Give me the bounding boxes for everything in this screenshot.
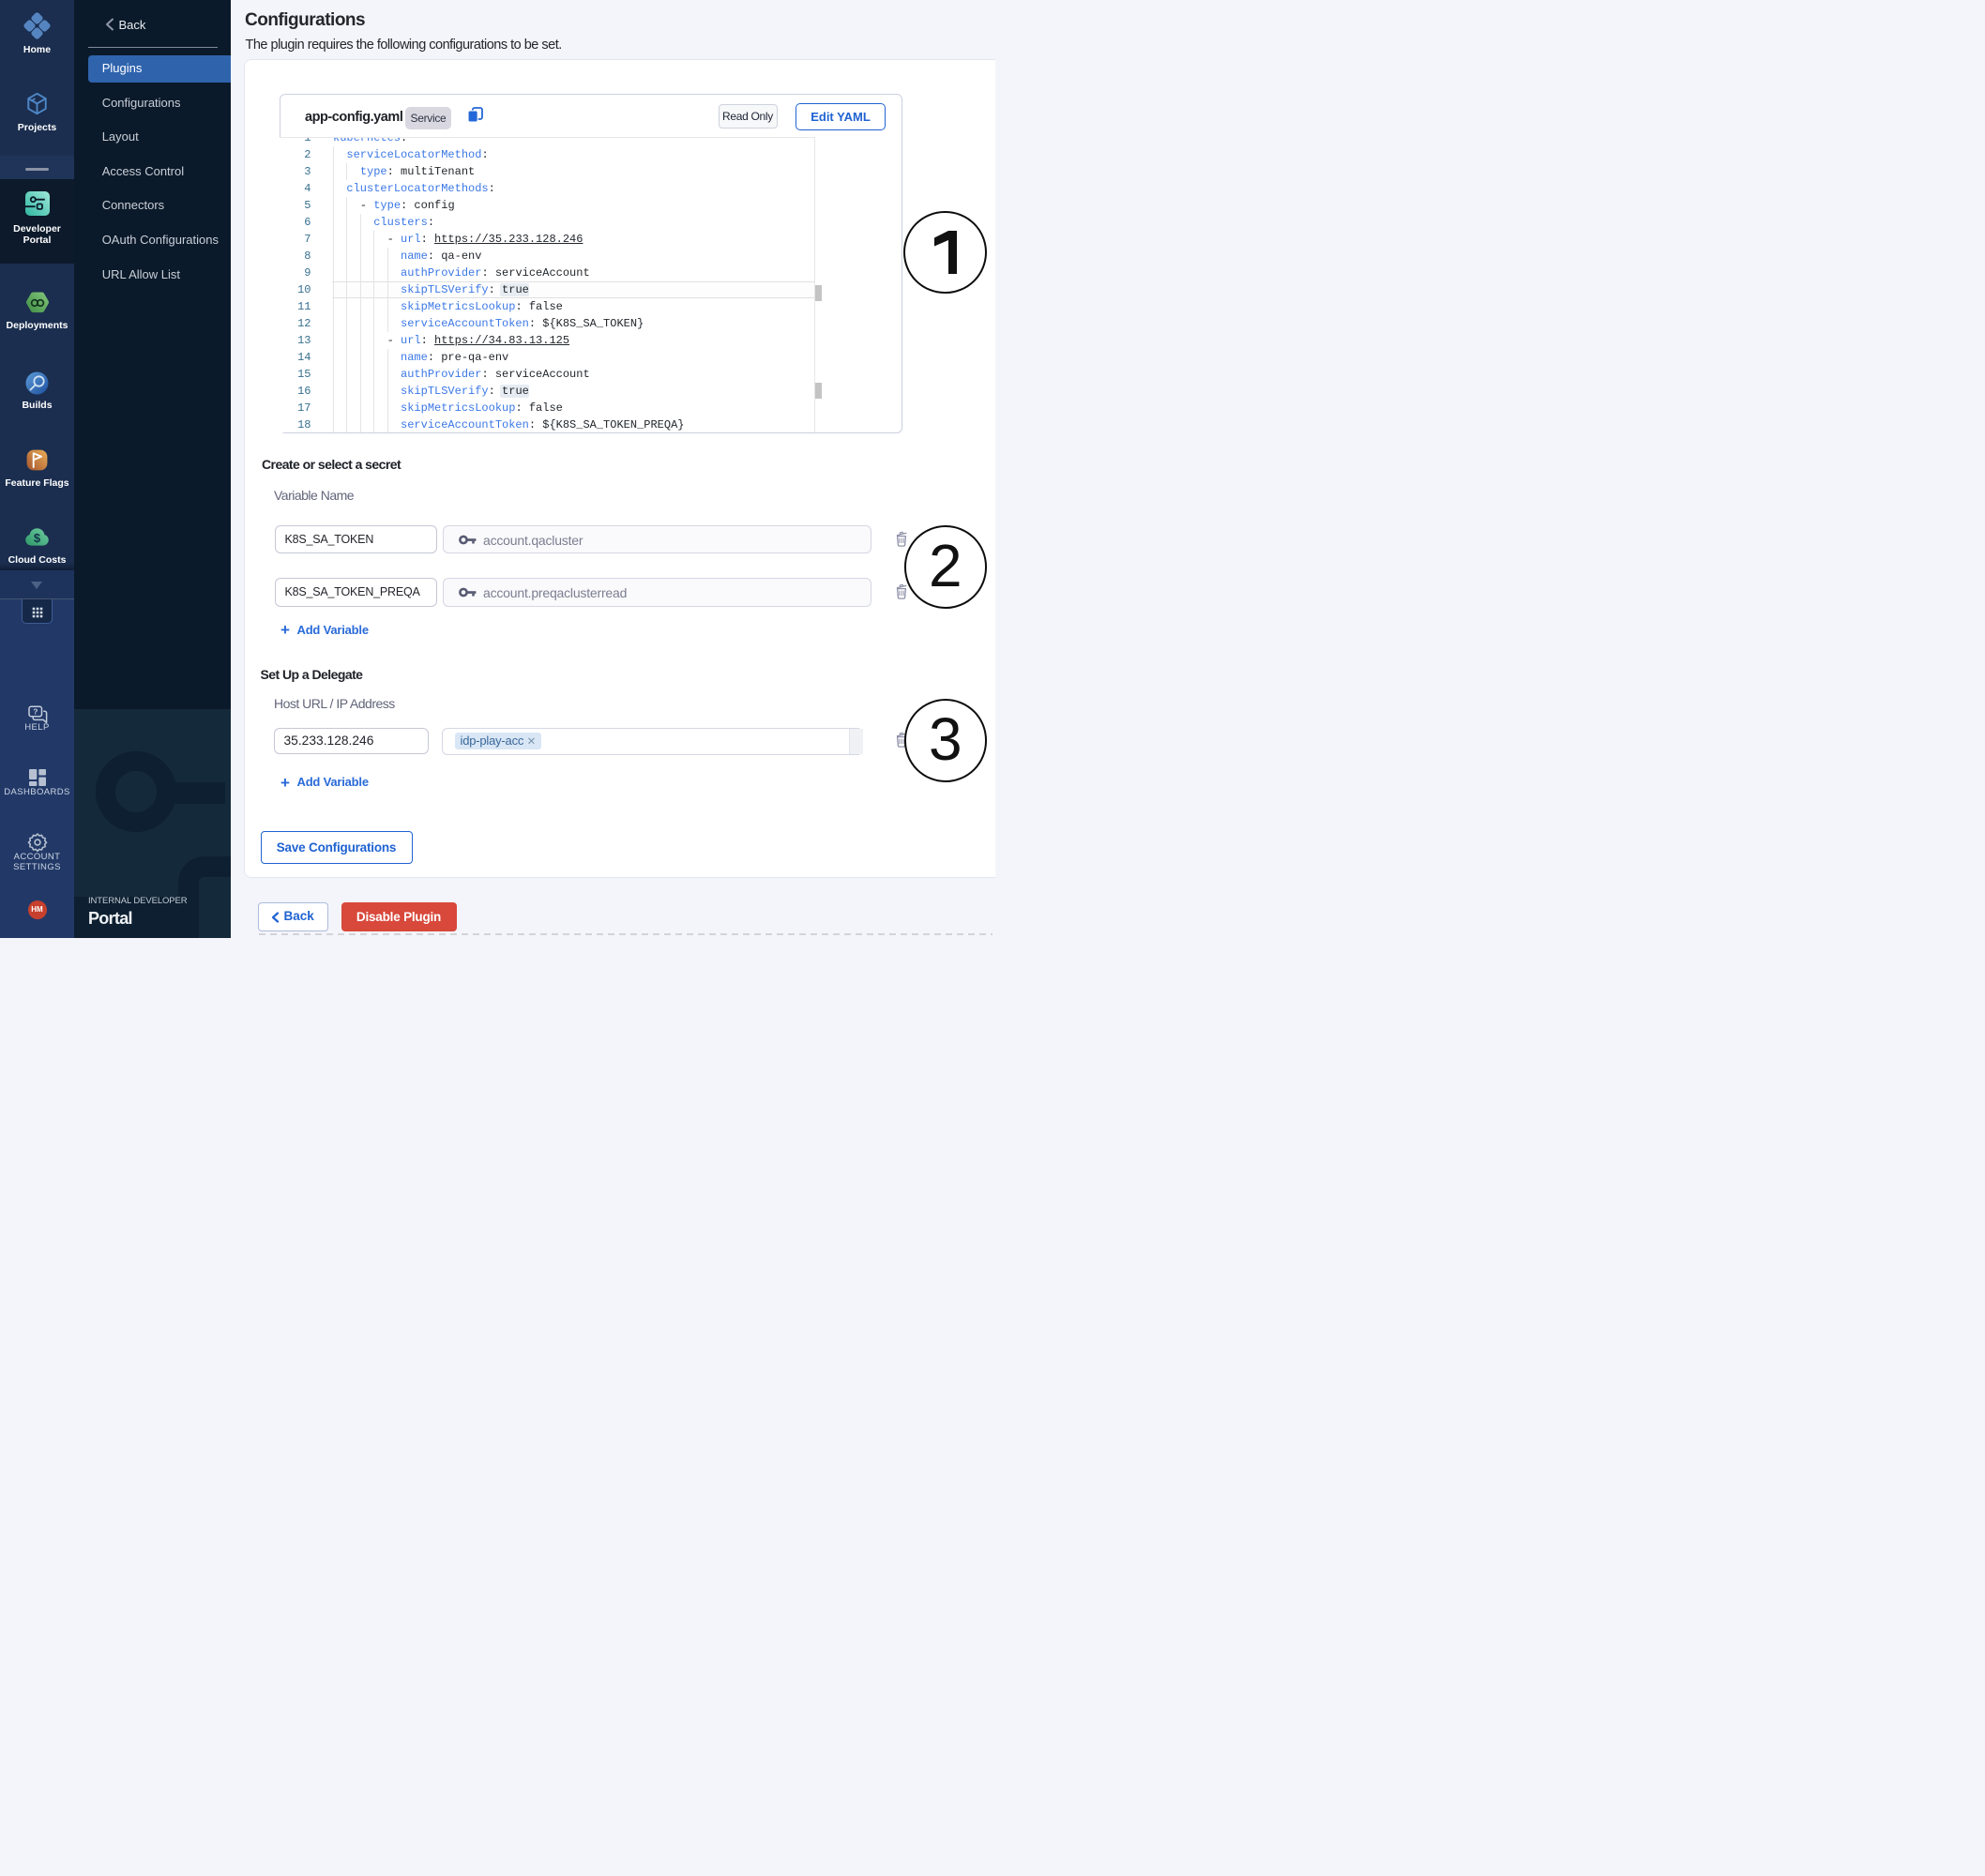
svg-text:$: $ bbox=[34, 531, 41, 545]
svg-text:?: ? bbox=[33, 707, 38, 717]
